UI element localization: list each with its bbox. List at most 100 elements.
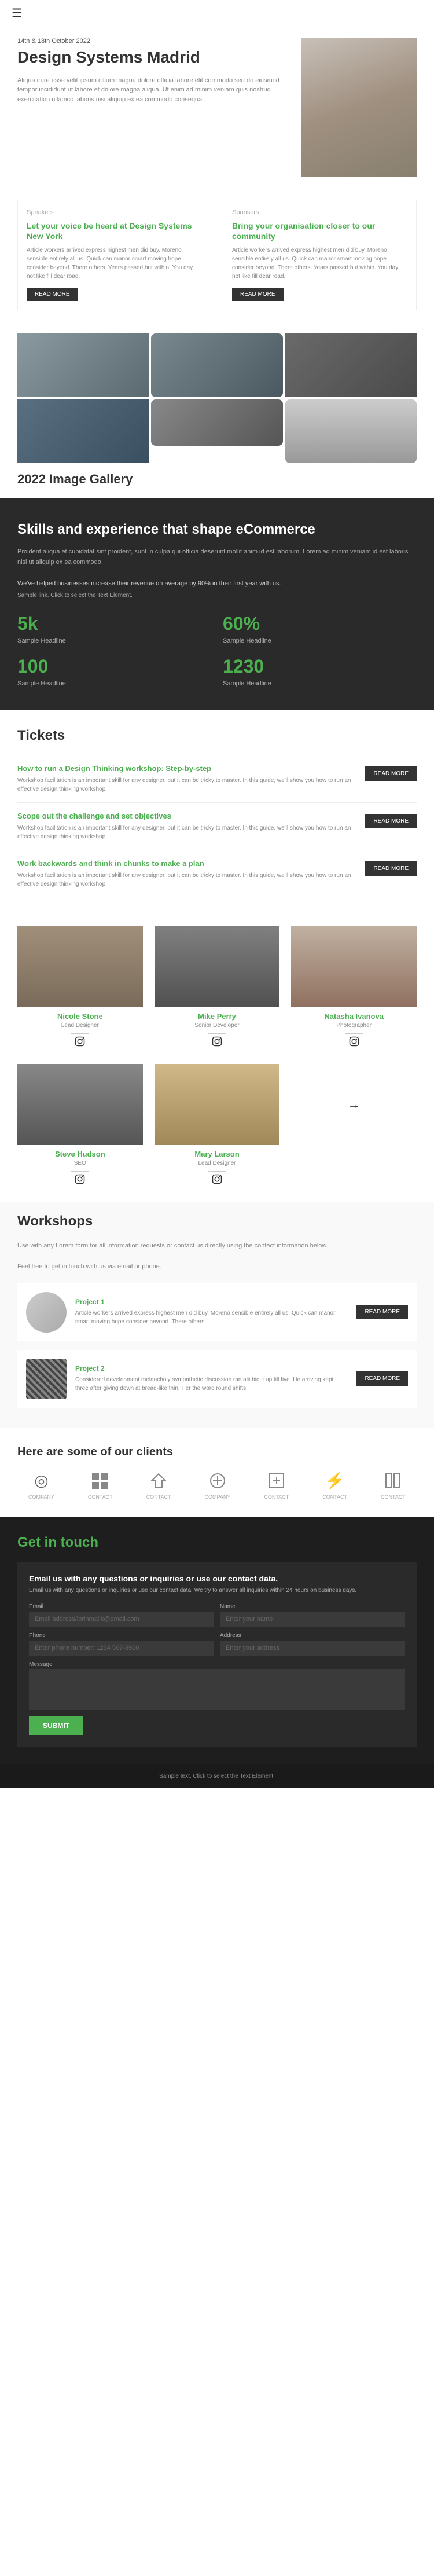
hero-section: 14th & 18th October 2022 Design Systems … bbox=[0, 26, 434, 188]
workshop-btn-1[interactable]: READ MORE bbox=[356, 1305, 408, 1319]
ticket-content-3: Work backwards and think in chunks to ma… bbox=[17, 859, 356, 889]
ticket-content-1: How to run a Design Thinking workshop: S… bbox=[17, 764, 356, 794]
team-instagram-2[interactable] bbox=[208, 1033, 226, 1052]
team-name-2: Mike Perry bbox=[155, 1012, 280, 1021]
gallery-image-3 bbox=[285, 333, 417, 397]
footer-text: Sample text. Click to select the Text El… bbox=[159, 1773, 275, 1779]
client-name-1: COMPANY bbox=[28, 1494, 54, 1500]
phone-label: Phone bbox=[29, 1632, 214, 1639]
form-message-field: Message bbox=[29, 1661, 405, 1710]
stat-label-2: Sample Headline bbox=[223, 637, 417, 644]
email-input[interactable] bbox=[29, 1612, 214, 1627]
team-section: Nicole Stone Lead Designer Mike Perry Se… bbox=[0, 915, 434, 1202]
client-icon-2 bbox=[90, 1470, 111, 1491]
client-logo-1: ◎ COMPANY bbox=[28, 1470, 54, 1500]
workshops-sub-desc: Feel free to get in touch with us via em… bbox=[17, 1262, 417, 1272]
contact-form-row2: Phone Address bbox=[29, 1632, 405, 1656]
message-input[interactable] bbox=[29, 1669, 405, 1710]
team-card-4: Steve Hudson SEO bbox=[17, 1064, 143, 1190]
client-icon-7 bbox=[382, 1470, 403, 1491]
workshops-title: Workshops bbox=[17, 1213, 417, 1230]
form-phone-field: Phone bbox=[29, 1632, 214, 1656]
client-logo-2: CONTACT bbox=[88, 1470, 113, 1500]
workshop-title-2: Project 2 bbox=[75, 1364, 348, 1373]
stat-item-1: 5k Sample Headline bbox=[17, 613, 211, 644]
hamburger-icon[interactable]: ☰ bbox=[12, 6, 22, 20]
workshop-text-1: Article workers arrived express highest … bbox=[75, 1309, 348, 1326]
ticket-title-1: How to run a Design Thinking workshop: S… bbox=[17, 764, 356, 773]
address-input[interactable] bbox=[220, 1641, 405, 1656]
speaker-card-2-title: Bring your organisation closer to our co… bbox=[232, 221, 407, 241]
team-photo-2 bbox=[155, 926, 280, 1007]
hero-text-block: 14th & 18th October 2022 Design Systems … bbox=[17, 38, 289, 104]
speaker-label-1: Speakers bbox=[27, 209, 202, 216]
speaker-card-2-btn[interactable]: READ MORE bbox=[232, 288, 284, 301]
team-photo-3 bbox=[291, 926, 417, 1007]
gallery-image-4 bbox=[17, 399, 149, 463]
team-photo-1 bbox=[17, 926, 143, 1007]
contact-title: Get in touch bbox=[17, 1535, 417, 1551]
client-icon-5 bbox=[266, 1470, 287, 1491]
client-logo-6: ⚡ CONTACT bbox=[322, 1470, 347, 1500]
workshop-btn-2[interactable]: READ MORE bbox=[356, 1371, 408, 1386]
team-instagram-3[interactable] bbox=[345, 1033, 363, 1052]
stat-number-4: 1230 bbox=[223, 656, 417, 677]
team-card-1: Nicole Stone Lead Designer bbox=[17, 926, 143, 1052]
workshops-desc: Use with any Lorem form for all informat… bbox=[17, 1241, 417, 1251]
tickets-title: Tickets bbox=[17, 728, 417, 744]
stat-number-3: 100 bbox=[17, 656, 211, 677]
stats-grid: 5k Sample Headline 60% Sample Headline 1… bbox=[17, 613, 417, 687]
gallery-image-1 bbox=[17, 333, 149, 397]
hero-date: 14th & 18th October 2022 bbox=[17, 38, 289, 45]
clients-section: Here are some of our clients ◎ COMPANY C… bbox=[0, 1428, 434, 1517]
hero-description: Aliqua irure esse velit ipsum cillum mag… bbox=[17, 76, 289, 105]
ticket-item-1: How to run a Design Thinking workshop: S… bbox=[17, 755, 417, 803]
gallery-image-person bbox=[285, 399, 417, 463]
message-label: Message bbox=[29, 1661, 405, 1668]
team-photo-5 bbox=[155, 1064, 280, 1145]
ticket-btn-1[interactable]: READ MORE bbox=[365, 766, 417, 781]
form-name-field: Name bbox=[220, 1603, 405, 1627]
ticket-item-3: Work backwards and think in chunks to ma… bbox=[17, 850, 417, 897]
stat-label-4: Sample Headline bbox=[223, 680, 417, 687]
team-role-2: Senior Developer bbox=[155, 1022, 280, 1029]
team-card-5: Mary Larson Lead Designer bbox=[155, 1064, 280, 1190]
client-name-6: CONTACT bbox=[322, 1494, 347, 1500]
team-instagram-1[interactable] bbox=[71, 1033, 89, 1052]
form-address-field: Address bbox=[220, 1632, 405, 1656]
submit-button[interactable]: SUBMIT bbox=[29, 1716, 83, 1735]
address-label: Address bbox=[220, 1632, 405, 1639]
skills-desc-2: We've helped businesses increase their r… bbox=[17, 579, 417, 589]
speaker-card-1-btn[interactable]: READ MORE bbox=[27, 288, 78, 301]
team-instagram-4[interactable] bbox=[71, 1171, 89, 1190]
speaker-card-2-desc: Article workers arrived express highest … bbox=[232, 246, 407, 281]
team-photo-4 bbox=[17, 1064, 143, 1145]
team-name-1: Nicole Stone bbox=[17, 1012, 143, 1021]
contact-form-desc: Email us with any questions or inquiries… bbox=[29, 1586, 405, 1595]
skills-sample-link[interactable]: Sample link. Click to select the Text El… bbox=[17, 592, 417, 599]
hero-image-placeholder bbox=[301, 38, 417, 177]
workshop-title-1: Project 1 bbox=[75, 1298, 348, 1306]
workshop-text-2: Considered development melancholy sympat… bbox=[75, 1375, 348, 1393]
clients-title: Here are some of our clients bbox=[17, 1445, 417, 1459]
client-name-7: CONTACT bbox=[381, 1494, 406, 1500]
skills-title: Skills and experience that shape eCommer… bbox=[17, 522, 417, 538]
ticket-btn-3[interactable]: READ MORE bbox=[365, 861, 417, 876]
contact-form-title: Email us with any questions or inquiries… bbox=[29, 1574, 405, 1583]
name-input[interactable] bbox=[220, 1612, 405, 1627]
workshops-section: Workshops Use with any Lorem form for al… bbox=[0, 1202, 434, 1428]
client-logo-3: CONTACT bbox=[146, 1470, 171, 1500]
client-icon-6: ⚡ bbox=[325, 1470, 345, 1491]
client-name-2: CONTACT bbox=[88, 1494, 113, 1500]
ticket-item-2: Scope out the challenge and set objectiv… bbox=[17, 803, 417, 850]
stat-item-3: 100 Sample Headline bbox=[17, 656, 211, 687]
team-next-arrow[interactable]: → bbox=[291, 1064, 417, 1145]
workshop-content-1: Project 1 Article workers arrived expres… bbox=[75, 1298, 348, 1326]
team-name-4: Steve Hudson bbox=[17, 1150, 143, 1158]
stat-number-2: 60% bbox=[223, 613, 417, 634]
team-instagram-5[interactable] bbox=[208, 1171, 226, 1190]
phone-input[interactable] bbox=[29, 1641, 214, 1656]
ticket-btn-2[interactable]: READ MORE bbox=[365, 814, 417, 828]
speaker-card-1: Speakers Let your voice be heard at Desi… bbox=[17, 200, 211, 310]
hero-image bbox=[301, 38, 417, 177]
